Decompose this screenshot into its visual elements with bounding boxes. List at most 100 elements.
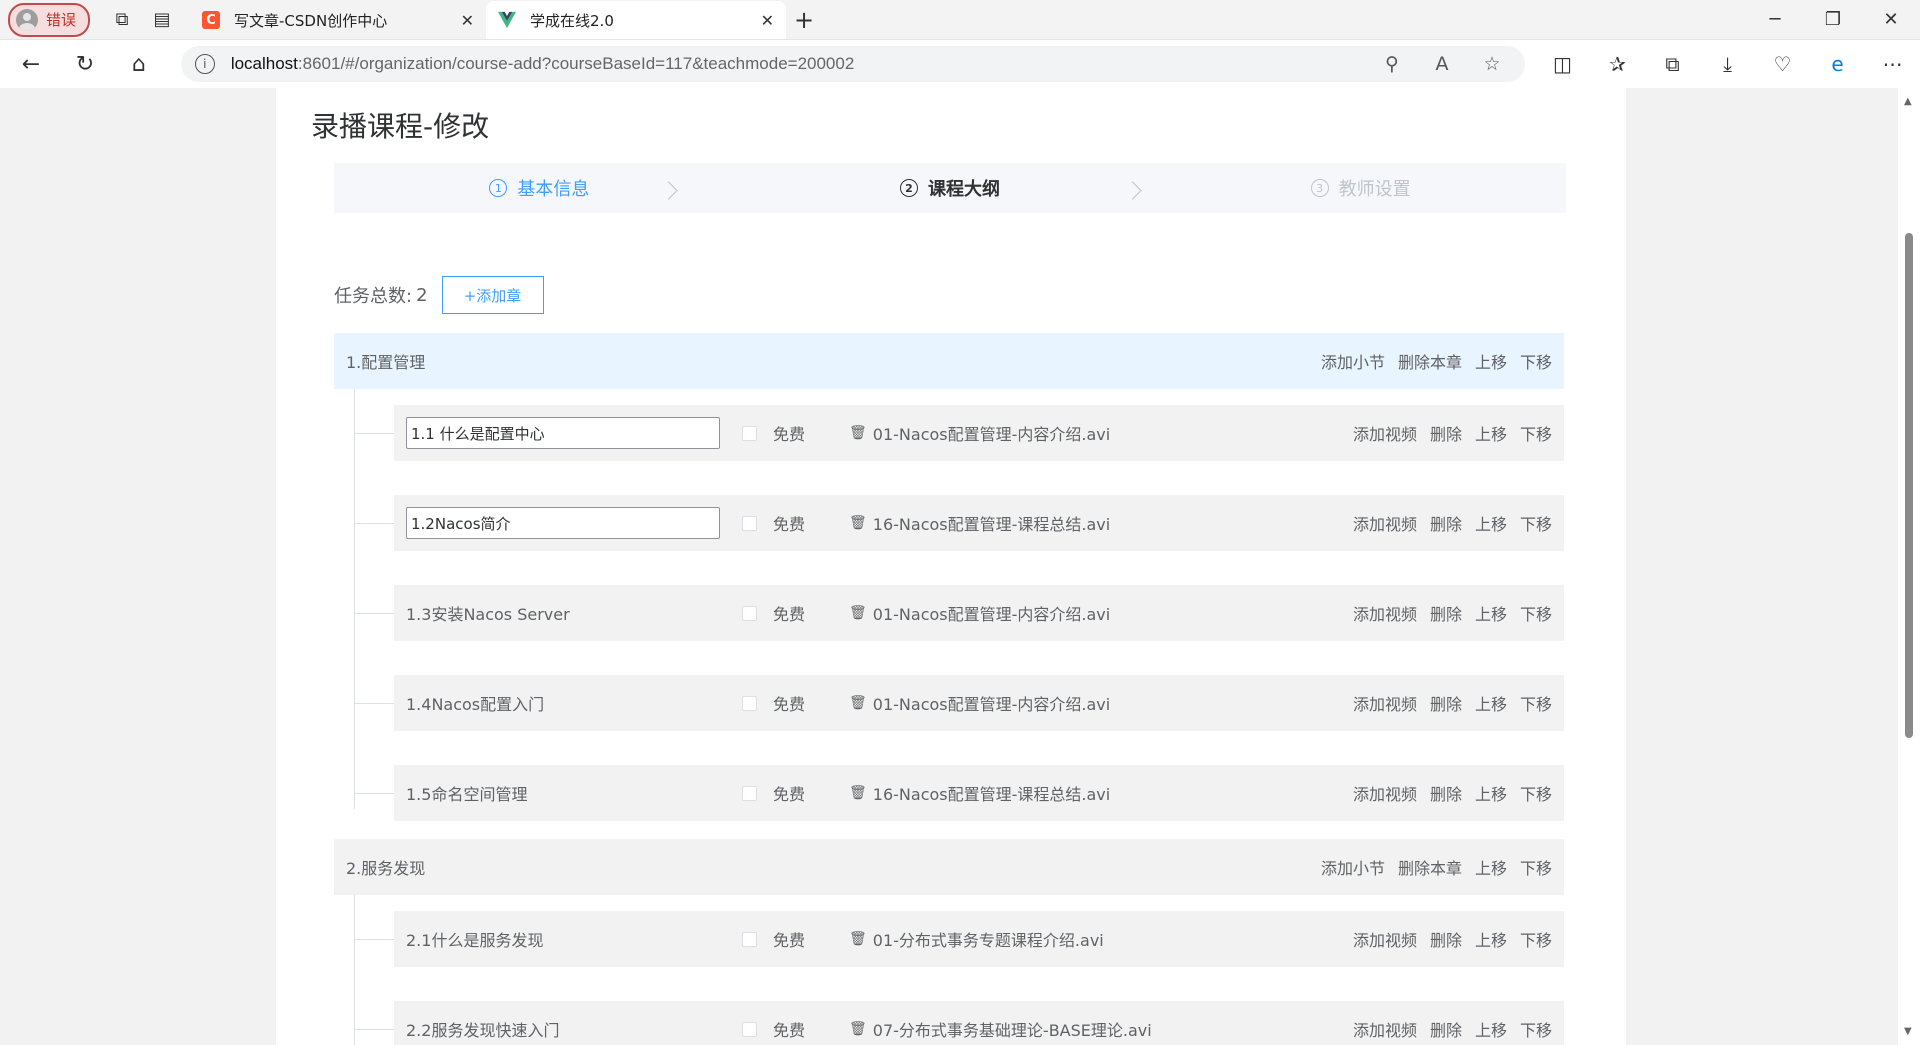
trash-icon[interactable]: 🗑 bbox=[849, 605, 867, 621]
free-checkbox[interactable] bbox=[742, 515, 757, 531]
add-video-link[interactable]: 添加视频 bbox=[1353, 691, 1417, 715]
move-up-link[interactable]: 上移 bbox=[1475, 349, 1507, 373]
free-label: 免费 bbox=[773, 515, 806, 534]
delete-section-link[interactable]: 删除 bbox=[1430, 927, 1462, 951]
add-chapter-button[interactable]: +添加章 bbox=[441, 276, 544, 314]
move-down-link[interactable]: 下移 bbox=[1520, 349, 1552, 373]
step-basic-info[interactable]: 1 基本信息 bbox=[334, 163, 745, 213]
section-name-input[interactable]: 1.1 什么是配置中心 bbox=[406, 417, 720, 449]
close-window-button[interactable]: ✕ bbox=[1862, 0, 1920, 39]
delete-section-link[interactable]: 删除 bbox=[1430, 1017, 1462, 1041]
section-name-input[interactable]: 1.2Nacos简介 bbox=[406, 507, 720, 539]
add-video-link[interactable]: 添加视频 bbox=[1353, 511, 1417, 535]
add-video-link[interactable]: 添加视频 bbox=[1353, 421, 1417, 445]
move-down-link[interactable]: 下移 bbox=[1520, 421, 1552, 445]
add-section-link[interactable]: 添加小节 bbox=[1321, 349, 1385, 373]
trash-icon[interactable]: 🗑 bbox=[849, 785, 867, 801]
scroll-up-arrow-icon[interactable]: ▲ bbox=[1904, 96, 1912, 107]
delete-chapter-link[interactable]: 删除本章 bbox=[1398, 349, 1462, 373]
move-up-link[interactable]: 上移 bbox=[1475, 601, 1507, 625]
delete-section-link[interactable]: 删除 bbox=[1430, 421, 1462, 445]
collections-icon[interactable]: ⧉ bbox=[1645, 52, 1700, 76]
move-down-link[interactable]: 下移 bbox=[1520, 691, 1552, 715]
free-checkbox[interactable] bbox=[742, 785, 757, 801]
refresh-button[interactable]: ↻ bbox=[61, 44, 109, 84]
move-up-link[interactable]: 上移 bbox=[1475, 927, 1507, 951]
move-down-link[interactable]: 下移 bbox=[1520, 511, 1552, 535]
edge-copilot-icon[interactable]: e bbox=[1810, 52, 1865, 76]
more-menu-icon[interactable]: ⋯ bbox=[1865, 52, 1920, 76]
move-up-link[interactable]: 上移 bbox=[1475, 511, 1507, 535]
free-checkbox[interactable] bbox=[742, 695, 757, 711]
move-down-link[interactable]: 下移 bbox=[1520, 601, 1552, 625]
free-checkbox[interactable] bbox=[742, 605, 757, 621]
trash-icon[interactable]: 🗑 bbox=[849, 1021, 867, 1037]
delete-section-link[interactable]: 删除 bbox=[1430, 601, 1462, 625]
add-video-link[interactable]: 添加视频 bbox=[1353, 1017, 1417, 1041]
move-up-link[interactable]: 上移 bbox=[1475, 781, 1507, 805]
tab-xuecheng[interactable]: 学成在线2.0 ✕ bbox=[486, 1, 787, 39]
split-screen-icon[interactable]: ◫ bbox=[1535, 52, 1590, 76]
restore-button[interactable]: ❐ bbox=[1804, 0, 1862, 39]
move-up-link[interactable]: 上移 bbox=[1475, 421, 1507, 445]
move-down-link[interactable]: 下移 bbox=[1520, 927, 1552, 951]
downloads-icon[interactable]: ⤓ bbox=[1700, 52, 1755, 76]
trash-icon[interactable]: 🗑 bbox=[849, 695, 867, 711]
back-button[interactable]: ← bbox=[7, 44, 55, 84]
workspaces-icon[interactable]: ⧉ bbox=[102, 3, 142, 37]
add-video-link[interactable]: 添加视频 bbox=[1353, 927, 1417, 951]
video-filename: 01-分布式事务专题课程介绍.avi bbox=[872, 931, 1104, 950]
step-course-outline[interactable]: 2 课程大纲 bbox=[745, 163, 1156, 213]
trash-icon[interactable]: 🗑 bbox=[849, 515, 867, 531]
section-name[interactable]: 1.4Nacos配置入门 bbox=[406, 691, 720, 715]
read-aloud-icon[interactable]: A bbox=[1417, 53, 1467, 75]
section-name[interactable]: 2.1什么是服务发现 bbox=[406, 927, 720, 951]
free-label: 免费 bbox=[773, 1021, 806, 1040]
free-label: 免费 bbox=[773, 425, 806, 444]
tab-csdn[interactable]: C 写文章-CSDN创作中心 ✕ bbox=[190, 1, 486, 39]
move-up-link[interactable]: 上移 bbox=[1475, 1017, 1507, 1041]
favorites-icon[interactable]: ✰ bbox=[1590, 52, 1645, 76]
add-video-link[interactable]: 添加视频 bbox=[1353, 601, 1417, 625]
page-title: 录播课程-修改 bbox=[311, 110, 490, 143]
delete-section-link[interactable]: 删除 bbox=[1430, 691, 1462, 715]
delete-chapter-link[interactable]: 删除本章 bbox=[1398, 855, 1462, 879]
add-video-link[interactable]: 添加视频 bbox=[1353, 781, 1417, 805]
trash-icon[interactable]: 🗑 bbox=[849, 425, 867, 441]
site-info-icon[interactable]: i bbox=[194, 54, 215, 74]
zoom-icon[interactable]: ⚲ bbox=[1367, 53, 1417, 75]
section-name[interactable]: 1.5命名空间管理 bbox=[406, 781, 720, 805]
close-tab-icon[interactable]: ✕ bbox=[461, 11, 474, 30]
profile-button[interactable]: 错误 bbox=[8, 2, 91, 37]
video-filename: 01-Nacos配置管理-内容介绍.avi bbox=[872, 695, 1111, 714]
move-up-link[interactable]: 上移 bbox=[1475, 691, 1507, 715]
vue-favicon-icon bbox=[498, 11, 517, 29]
step-label: 基本信息 bbox=[517, 179, 590, 200]
new-tab-button[interactable]: + bbox=[786, 3, 822, 37]
favorite-star-icon[interactable]: ☆ bbox=[1467, 53, 1517, 75]
free-checkbox[interactable] bbox=[742, 931, 757, 947]
vertical-scrollbar[interactable]: ▲ ▼ bbox=[1898, 88, 1920, 1045]
move-down-link[interactable]: 下移 bbox=[1520, 781, 1552, 805]
add-section-link[interactable]: 添加小节 bbox=[1321, 855, 1385, 879]
section-name[interactable]: 1.3安装Nacos Server bbox=[406, 601, 720, 625]
step-teacher-settings[interactable]: 3 教师设置 bbox=[1155, 163, 1566, 213]
scroll-down-arrow-icon[interactable]: ▼ bbox=[1904, 1026, 1912, 1037]
free-checkbox[interactable] bbox=[742, 425, 757, 441]
free-checkbox[interactable] bbox=[742, 1021, 757, 1037]
move-down-link[interactable]: 下移 bbox=[1520, 1017, 1552, 1041]
delete-section-link[interactable]: 删除 bbox=[1430, 511, 1462, 535]
trash-icon[interactable]: 🗑 bbox=[849, 931, 867, 947]
tree-branch bbox=[355, 523, 395, 524]
performance-icon[interactable]: ♡ bbox=[1755, 52, 1810, 76]
url-field[interactable]: i localhost:8601/#/organization/course-a… bbox=[180, 46, 1525, 82]
move-down-link[interactable]: 下移 bbox=[1520, 855, 1552, 879]
delete-section-link[interactable]: 删除 bbox=[1430, 781, 1462, 805]
scrollbar-thumb[interactable] bbox=[1905, 233, 1913, 738]
home-button[interactable]: ⌂ bbox=[115, 44, 163, 84]
vertical-tabs-icon[interactable]: ▤ bbox=[142, 3, 182, 37]
close-tab-icon[interactable]: ✕ bbox=[761, 11, 774, 30]
move-up-link[interactable]: 上移 bbox=[1475, 855, 1507, 879]
section-name[interactable]: 2.2服务发现快速入门 bbox=[406, 1017, 720, 1041]
minimize-button[interactable]: ─ bbox=[1746, 0, 1804, 39]
